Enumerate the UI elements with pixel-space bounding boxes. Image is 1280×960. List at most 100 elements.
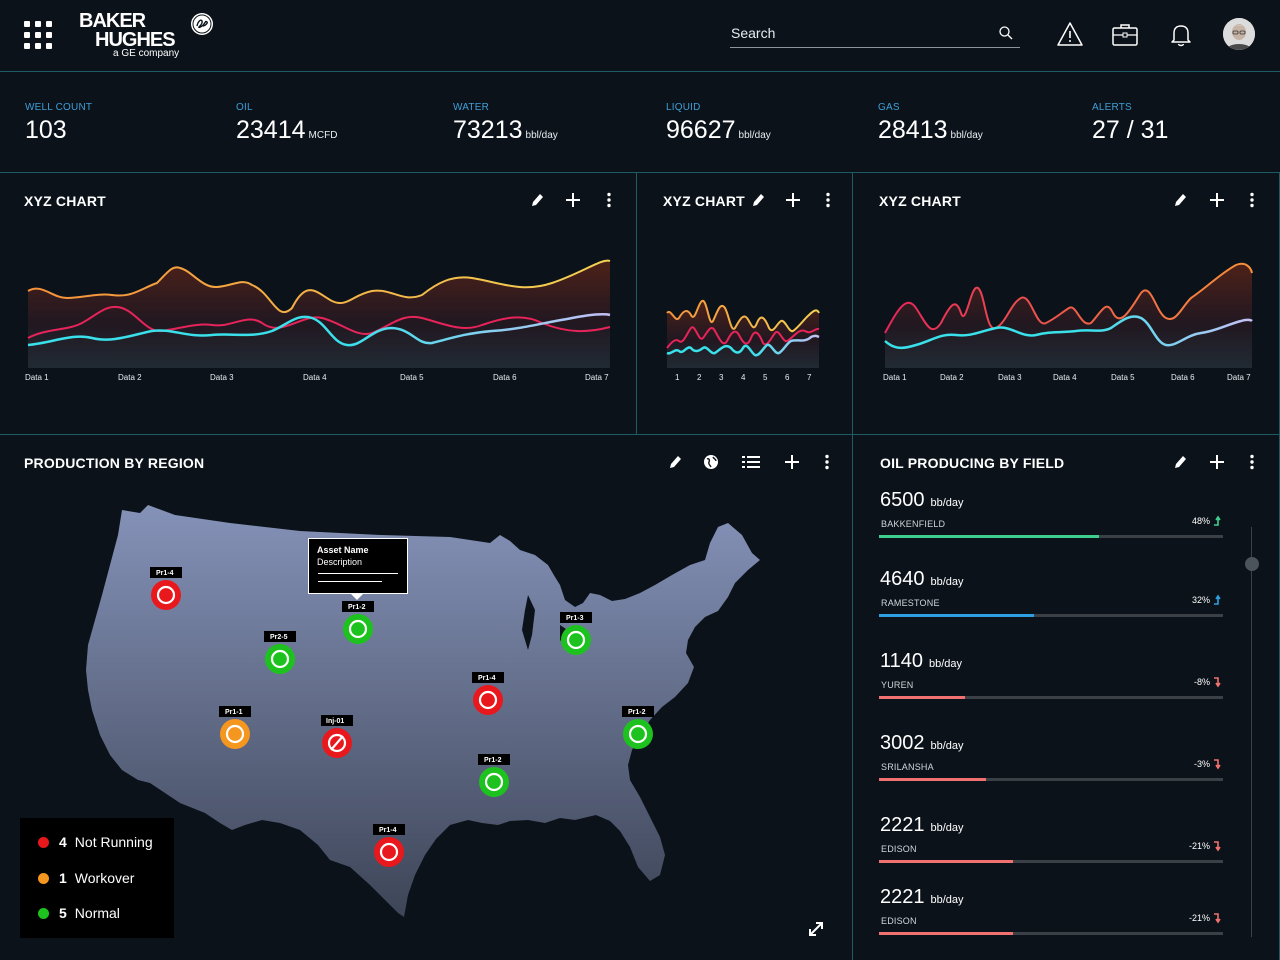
pin-label: Pr2-5: [270, 634, 288, 641]
field-row[interactable]: 6500 bb/day BAKKENFIELD 48%: [879, 489, 1224, 559]
kpi-label: WELL COUNT: [25, 102, 93, 113]
search-box: [730, 22, 1020, 48]
field-unit: bb/day: [929, 658, 963, 670]
field-progress-fill: [879, 535, 1100, 538]
x-tick-label: Data 3: [210, 373, 234, 382]
field-row[interactable]: 1140 bb/day YUREN -8%: [879, 650, 1224, 720]
field-progress-track: [879, 932, 1223, 935]
tooltip-line: [318, 581, 382, 582]
map-pin-pr1-1[interactable]: Pr1-1: [219, 706, 251, 749]
field-percent: 48%: [1191, 516, 1210, 526]
field-progress-track: [879, 614, 1223, 617]
legend-count: 5: [59, 905, 67, 921]
alert-triangle-icon[interactable]: [1056, 20, 1084, 48]
field-percent: -21%: [1188, 841, 1210, 851]
map-pin-pr1-2-east[interactable]: Pr1-2: [622, 706, 654, 749]
pencil-icon[interactable]: [1171, 191, 1189, 209]
more-vertical-icon[interactable]: [1243, 453, 1261, 471]
more-vertical-icon[interactable]: [819, 191, 837, 209]
field-percent: -8%: [1193, 677, 1210, 687]
x-tick-label: 6: [785, 373, 790, 382]
kpi-alerts: ALERTS 27 / 31: [1092, 102, 1171, 145]
field-row[interactable]: 2221 bb/day EDISON -21%: [879, 886, 1224, 956]
legend-label: Not Running: [74, 834, 153, 850]
legend-label: Normal: [74, 905, 120, 921]
pencil-icon[interactable]: [749, 191, 767, 209]
field-row[interactable]: 2221 bb/day EDISON -21%: [879, 814, 1224, 884]
kpi-unit: MCFD: [308, 130, 338, 141]
map-pin-pr1-2-north[interactable]: Pr1-2: [342, 601, 374, 644]
map-pin-pr1-3[interactable]: Pr1-3: [560, 612, 592, 655]
field-name: EDISON: [881, 916, 917, 926]
field-unit: bb/day: [930, 740, 964, 752]
map-pin-pr2-5[interactable]: Pr2-5: [264, 631, 296, 674]
pin-label: Pr1-2: [348, 604, 366, 611]
x-tick-label: 1: [675, 373, 680, 382]
x-tick-label: 7: [807, 373, 812, 382]
area-chart-1: Data 1 Data 2 Data 3 Data 4 Data 5 Data …: [25, 259, 611, 382]
field-progress-track: [879, 696, 1223, 699]
pin-label: Pr1-2: [628, 709, 646, 716]
field-value: 2221 bb/day: [880, 814, 964, 836]
user-avatar[interactable]: [1223, 18, 1255, 50]
panel-title: XYZ CHART: [879, 193, 961, 209]
field-row[interactable]: 3002 bb/day SRILANSHA -3%: [879, 732, 1224, 802]
area-chart-2: 1 2 3 4 5 6 7: [666, 299, 820, 382]
kpi-label: GAS: [878, 102, 900, 113]
field-value: 4640 bb/day: [880, 568, 964, 590]
plus-icon[interactable]: [784, 191, 802, 209]
briefcase-icon[interactable]: [1111, 20, 1139, 48]
field-unit: bb/day: [930, 497, 964, 509]
plus-icon[interactable]: [1208, 191, 1226, 209]
field-progress-track: [879, 535, 1223, 538]
x-tick-label: Data 3: [998, 373, 1022, 382]
scrollbar-thumb[interactable]: [1245, 557, 1259, 571]
pencil-icon[interactable]: [1171, 453, 1189, 471]
legend-item-workover: 1 Workover: [38, 870, 134, 886]
field-name: BAKKENFIELD: [881, 519, 946, 529]
trend-up-icon: [1214, 515, 1221, 526]
expand-icon[interactable]: [809, 922, 823, 936]
field-progress-fill: [879, 860, 1014, 863]
chart-panel-1: XYZ CHART Data 1 Data 2 Data 3 Data 4 Da…: [0, 173, 637, 435]
more-vertical-icon[interactable]: [600, 191, 618, 209]
plus-icon[interactable]: [1208, 453, 1226, 471]
search-icon[interactable]: [998, 25, 1014, 41]
field-row[interactable]: 4640 bb/day RAMESTONE 32%: [879, 568, 1224, 638]
kpi-water: WATER 73213 bbl/day: [453, 102, 558, 145]
field-percent: -21%: [1188, 913, 1210, 923]
kpi-value: 103: [25, 116, 67, 144]
field-unit: bb/day: [930, 822, 964, 834]
legend-count: 1: [59, 870, 67, 886]
trend-down-icon: [1214, 841, 1221, 852]
map-pin-pr1-2-south[interactable]: Pr1-2: [478, 754, 510, 797]
pencil-icon[interactable]: [528, 191, 546, 209]
more-vertical-icon[interactable]: [1243, 191, 1261, 209]
field-progress-fill: [879, 932, 1014, 935]
x-tick-label: Data 7: [1227, 373, 1251, 382]
field-name: EDISON: [881, 844, 917, 854]
panel-title: OIL PRODUCING BY FIELD: [880, 455, 1065, 471]
search-input[interactable]: [730, 22, 980, 44]
field-percent: -3%: [1193, 759, 1210, 769]
tooltip-title: Asset Name: [317, 545, 369, 555]
x-tick-label: Data 6: [493, 373, 517, 382]
pin-label: Inj-01: [326, 718, 344, 725]
x-tick-label: Data 4: [303, 373, 327, 382]
x-tick-label: Data 1: [25, 373, 49, 382]
plus-icon[interactable]: [564, 191, 582, 209]
map-pin-pr1-4-west[interactable]: Pr1-4: [150, 567, 182, 610]
scrollbar-track[interactable]: [1251, 527, 1252, 937]
field-value: 3002 bb/day: [880, 732, 964, 754]
field-unit: bb/day: [930, 576, 964, 588]
map-pin-inj-01[interactable]: Inj-01: [321, 715, 353, 758]
bell-icon[interactable]: [1167, 20, 1195, 48]
apps-grid-icon[interactable]: [24, 21, 52, 49]
map-pin-pr1-4-texas[interactable]: Pr1-4: [373, 824, 405, 867]
trend-up-icon: [1214, 594, 1221, 605]
pin-label: Pr1-2: [484, 757, 502, 764]
panel-title: XYZ CHART: [24, 193, 106, 209]
kpi-unit: bbl/day: [525, 130, 558, 141]
x-tick-label: Data 2: [940, 373, 964, 382]
map-pin-pr1-4-central[interactable]: Pr1-4: [472, 672, 504, 715]
